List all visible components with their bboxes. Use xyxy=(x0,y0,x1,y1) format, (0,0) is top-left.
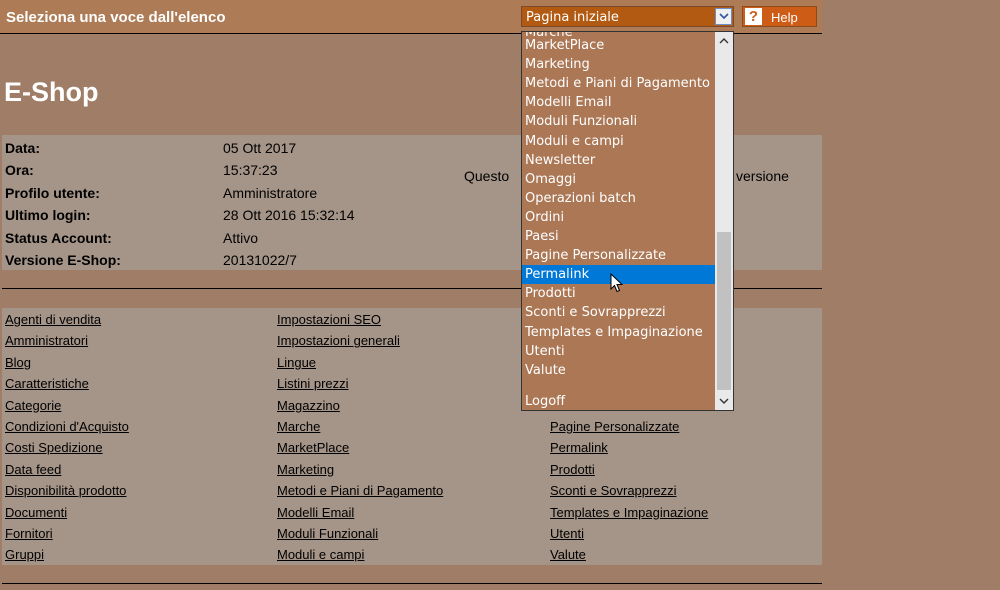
section-link[interactable]: Condizioni d'Acquisto xyxy=(5,419,129,434)
info-value: Amministratore xyxy=(223,184,318,201)
section-link[interactable]: Data feed xyxy=(5,462,61,477)
section-link[interactable]: Modelli Email xyxy=(277,505,354,520)
dropdown-item[interactable]: Paesi xyxy=(522,227,715,246)
dropdown-item[interactable]: Moduli e campi xyxy=(522,132,715,151)
dropdown-scrollbar[interactable] xyxy=(715,32,733,410)
section-link[interactable]: Marketing xyxy=(277,462,334,477)
section-link[interactable]: Gruppi xyxy=(5,547,44,562)
dropdown-item[interactable]: Templates e Impaginazione xyxy=(522,323,715,342)
dropdown-item[interactable]: Metodi e Piani di Pagamento xyxy=(522,74,715,93)
section-link[interactable]: Permalink xyxy=(550,440,608,455)
dropdown-item[interactable]: Ordini xyxy=(522,208,715,227)
section-link[interactable]: Amministratori xyxy=(5,333,88,348)
section-link[interactable]: Prodotti xyxy=(550,462,595,477)
scroll-down-icon[interactable] xyxy=(715,393,733,410)
section-link[interactable]: Impostazioni SEO xyxy=(277,312,381,327)
dropdown-item[interactable]: Pagine Personalizzate xyxy=(522,246,715,265)
info-value: 15:37:23 xyxy=(223,162,278,179)
mouse-cursor-icon xyxy=(610,273,624,293)
section-link[interactable]: Metodi e Piani di Pagamento xyxy=(277,483,443,498)
scroll-thumb[interactable] xyxy=(717,232,731,390)
dropdown-item[interactable]: Operazioni batch xyxy=(522,189,715,208)
dropdown-item[interactable]: MarketPlace xyxy=(522,36,715,55)
help-icon: ? xyxy=(745,8,762,25)
section-link[interactable]: MarketPlace xyxy=(277,440,349,455)
section-link[interactable]: Templates e Impaginazione xyxy=(550,505,708,520)
section-link[interactable]: Sconti e Sovrapprezzi xyxy=(550,483,676,498)
section-dropdown-list[interactable]: Marche MarketPlace Marketing Metodi e Piani… xyxy=(521,31,734,411)
top-bar: Seleziona una voce dall'elenco Pagina in… xyxy=(0,0,822,34)
section-link[interactable]: Agenti di vendita xyxy=(5,312,101,327)
info-label: Data: xyxy=(5,140,41,156)
select-value: Pagina iniziale xyxy=(526,10,619,25)
section-link[interactable]: Valute xyxy=(550,547,586,562)
section-link[interactable]: Caratteristiche xyxy=(5,376,89,391)
dropdown-item[interactable]: Moduli Funzionali xyxy=(522,112,715,131)
dropdown-item[interactable]: Modelli Email xyxy=(522,93,715,112)
help-button[interactable]: ? Help xyxy=(742,6,817,27)
info-label: Profilo utente: xyxy=(5,184,100,201)
help-label: Help xyxy=(771,10,798,25)
dropdown-item[interactable]: Omaggi xyxy=(522,170,715,189)
info-value: 28 Ott 2016 15:32:14 xyxy=(223,207,355,224)
section-link[interactable]: Blog xyxy=(5,355,31,370)
divider xyxy=(2,583,822,584)
section-link[interactable]: Marche xyxy=(277,419,320,434)
info-label: Ultimo login: xyxy=(5,207,91,224)
section-link[interactable]: Listini prezzi xyxy=(277,376,349,391)
info-value: 20131022/7 xyxy=(223,252,297,268)
section-link[interactable]: Moduli Funzionali xyxy=(277,526,378,541)
dropdown-item[interactable]: Valute xyxy=(522,361,715,380)
section-select[interactable]: Pagina iniziale xyxy=(521,6,734,27)
dropdown-item-logoff[interactable]: Logoff xyxy=(522,392,715,410)
section-link[interactable]: Pagine Personalizzate xyxy=(550,419,679,434)
notice-text-start: Questo xyxy=(464,168,510,184)
dropdown-item[interactable]: Marketing xyxy=(522,55,715,74)
info-value: 05 Ott 2017 xyxy=(223,140,297,156)
section-link[interactable]: Categorie xyxy=(5,398,61,413)
info-value: Attivo xyxy=(223,229,259,246)
dropdown-item[interactable]: Utenti xyxy=(522,342,715,361)
scroll-up-icon[interactable] xyxy=(715,32,733,49)
section-link[interactable]: Disponibilità prodotto xyxy=(5,483,126,498)
info-label: Versione E-Shop: xyxy=(5,252,121,268)
section-link[interactable]: Lingue xyxy=(277,355,316,370)
section-link[interactable]: Costi Spedizione xyxy=(5,440,103,455)
info-label: Ora: xyxy=(5,162,34,179)
dropdown-item[interactable]: Newsletter xyxy=(522,151,715,170)
section-link[interactable]: Utenti xyxy=(550,526,584,541)
notice-text-end: versione xyxy=(736,168,789,184)
info-label: Status Account: xyxy=(5,229,112,246)
page-title: E-Shop xyxy=(4,77,99,107)
chevron-down-icon[interactable] xyxy=(715,8,732,25)
select-prompt: Seleziona una voce dall'elenco xyxy=(6,9,226,26)
section-link[interactable]: Magazzino xyxy=(277,398,340,413)
section-link[interactable]: Impostazioni generali xyxy=(277,333,400,348)
section-link[interactable]: Moduli e campi xyxy=(277,547,364,562)
section-link[interactable]: Documenti xyxy=(5,505,67,520)
section-link[interactable]: Fornitori xyxy=(5,526,53,541)
dropdown-item[interactable]: Sconti e Sovrapprezzi xyxy=(522,303,715,322)
